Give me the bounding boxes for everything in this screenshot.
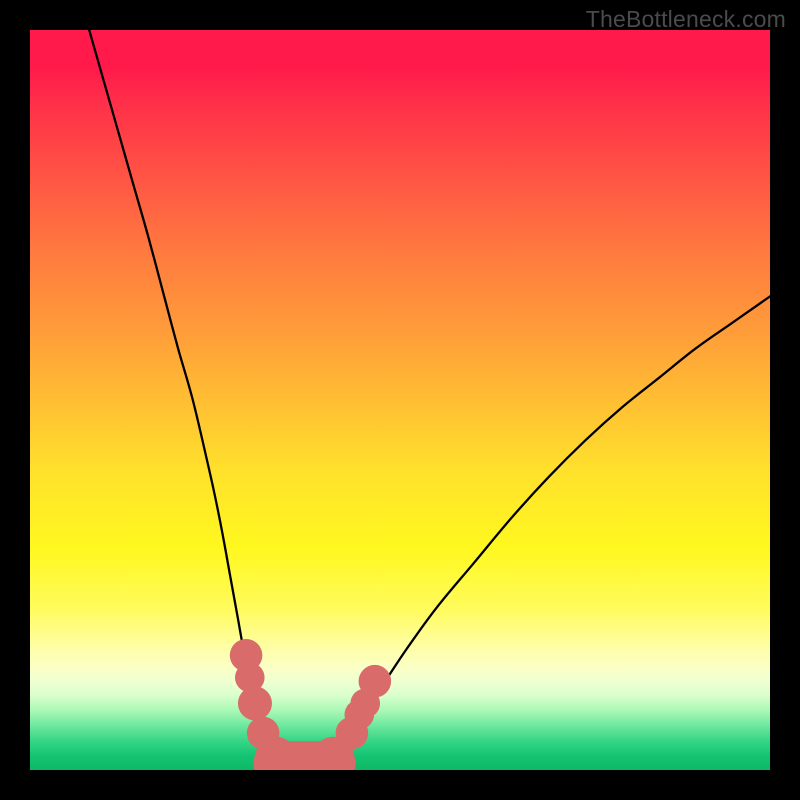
marker-point — [359, 665, 392, 698]
highlight-markers — [230, 639, 391, 770]
chart-svg — [30, 30, 770, 770]
marker-point — [238, 686, 272, 720]
right-curve-line — [333, 296, 770, 755]
plot-area — [30, 30, 770, 770]
outer-black-frame: TheBottleneck.com — [0, 0, 800, 800]
watermark-text: TheBottleneck.com — [586, 6, 786, 33]
